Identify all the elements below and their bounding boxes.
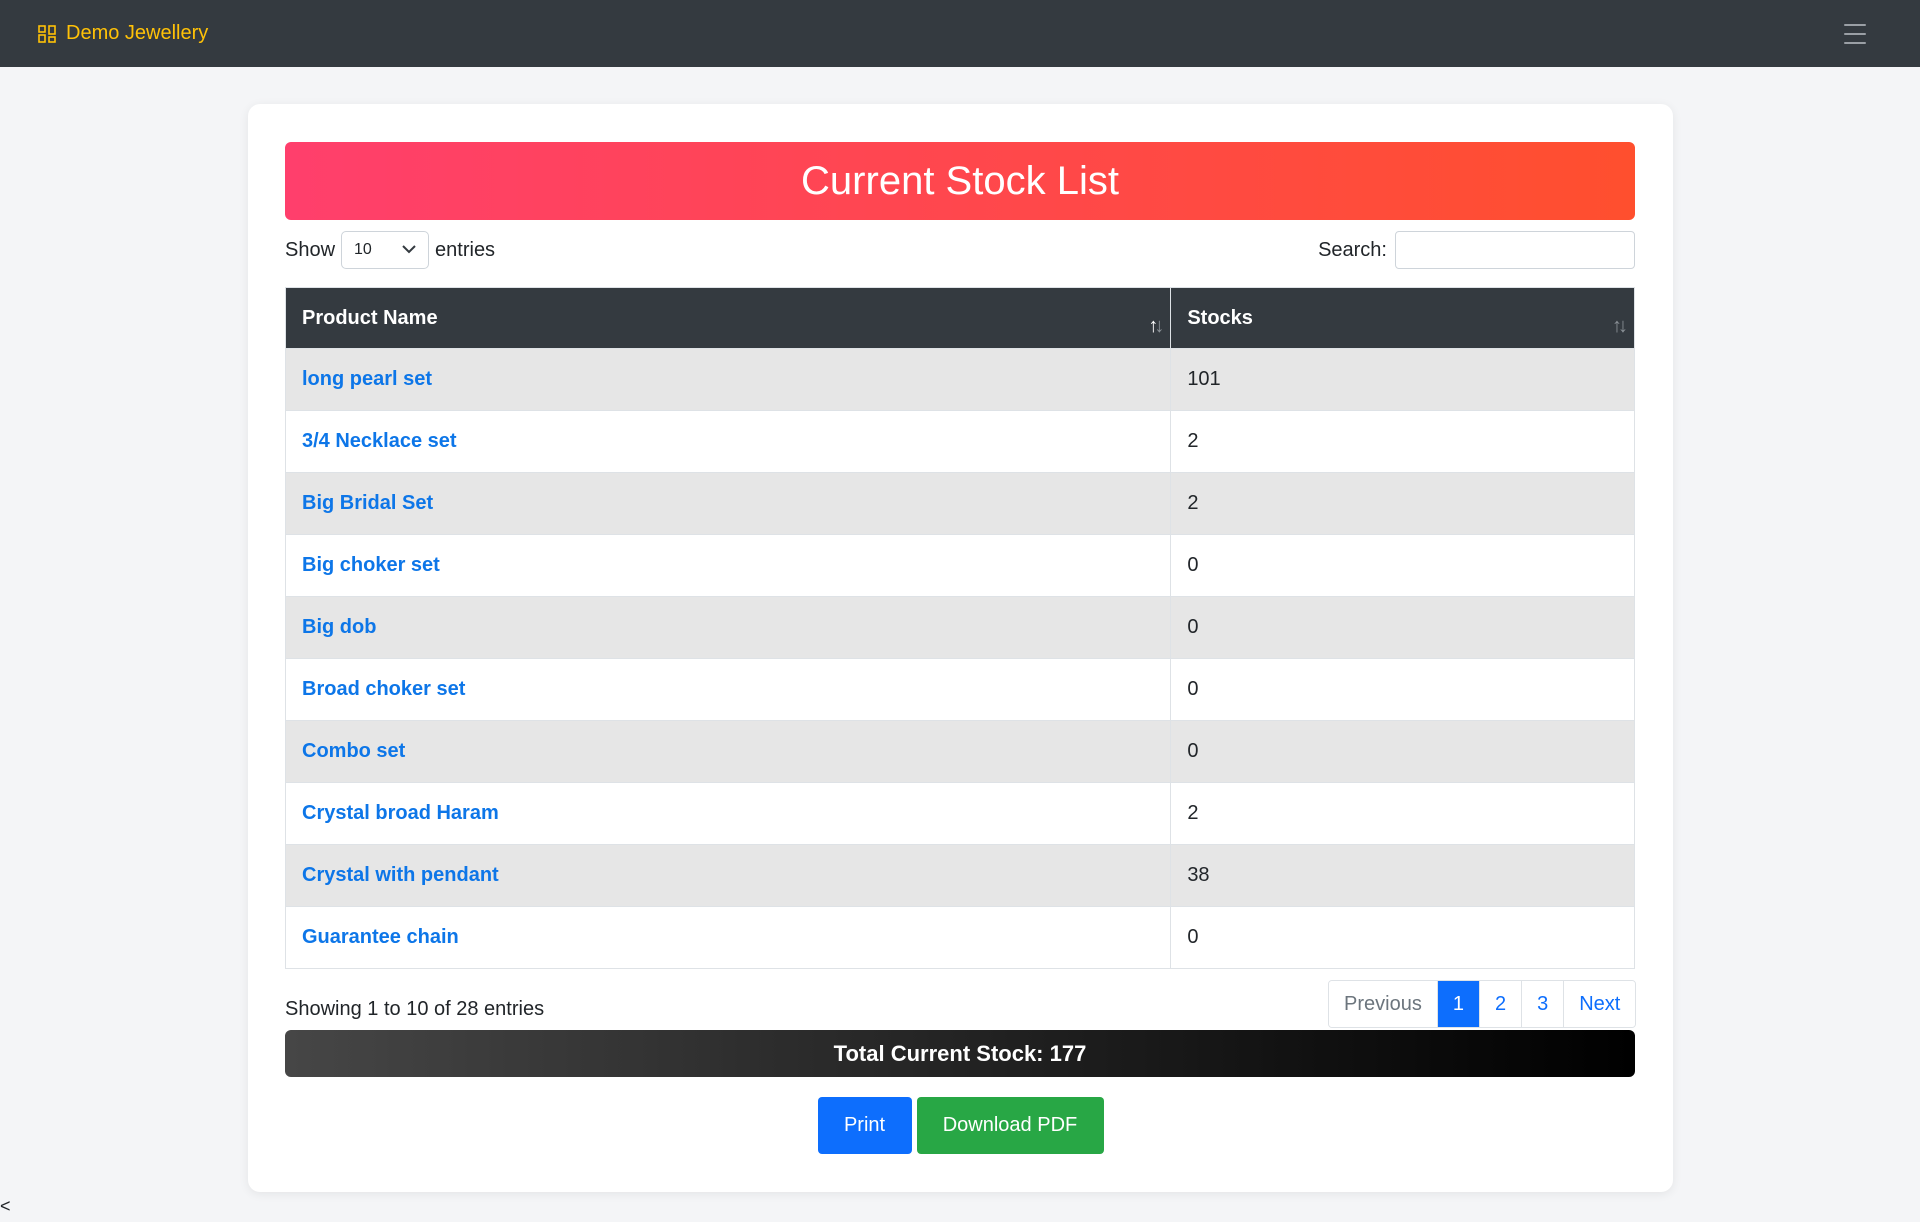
product-link[interactable]: Broad choker set [302, 678, 465, 700]
product-name-cell: long pearl set [284, 348, 1172, 411]
pagination-page-3[interactable]: 3 [1521, 981, 1564, 1027]
stock-cell: 0 [1170, 906, 1635, 969]
product-link[interactable]: Big choker set [302, 554, 440, 576]
product-name-cell: Combo set [284, 720, 1172, 783]
brand-link[interactable]: Demo Jewellery [38, 22, 208, 45]
stock-cell: 2 [1170, 410, 1635, 473]
table-body: long pearl set 101 3/4 Necklace set 2 Big Br… [284, 348, 1635, 969]
corner-text: < [0, 1196, 11, 1216]
sort-icon: ↑↓ [1148, 315, 1164, 337]
sort-icon: ↑↓ [1612, 315, 1628, 337]
stock-cell: 0 [1170, 658, 1635, 721]
pagination-page-1[interactable]: 1 [1436, 981, 1479, 1027]
chevron-down-icon [402, 241, 416, 259]
product-name-cell: Big dob [284, 596, 1172, 659]
stock-cell: 0 [1170, 720, 1635, 783]
product-name-cell: Crystal with pendant [284, 844, 1172, 907]
table-row: Broad choker set 0 [284, 658, 1635, 721]
grid-icon [38, 24, 56, 43]
pagination-page-2[interactable]: 2 [1478, 981, 1522, 1027]
entries-select-value: 10 [354, 241, 372, 258]
product-link[interactable]: 3/4 Necklace set [302, 430, 457, 452]
pagination: Previous 1 2 3 Next [1328, 980, 1637, 1028]
download-pdf-button[interactable]: Download PDF [916, 1097, 1104, 1154]
action-buttons: Print Download PDF [248, 1097, 1673, 1154]
table-row: Crystal with pendant 38 [284, 844, 1635, 907]
search-input[interactable] [1395, 231, 1635, 269]
column-header-product-name[interactable]: Product Name ↑↓ [284, 287, 1172, 349]
show-label: Show [285, 238, 336, 261]
product-link[interactable]: Crystal broad Haram [302, 802, 499, 824]
product-name-cell: Crystal broad Haram [284, 782, 1172, 845]
brand-name: Demo Jewellery [66, 22, 209, 44]
column-header-stocks[interactable]: Stocks ↑↓ [1170, 287, 1635, 349]
entries-select[interactable]: 10 [341, 231, 430, 269]
table-row: long pearl set 101 [284, 348, 1635, 411]
stock-cell: 0 [1170, 534, 1635, 597]
stock-cell: 38 [1170, 844, 1635, 907]
stock-cell: 2 [1170, 782, 1635, 845]
table-row: 3/4 Necklace set 2 [284, 410, 1635, 473]
search-control: Search: [1318, 231, 1635, 269]
hamburger-menu-icon[interactable] [1840, 21, 1870, 47]
product-name-cell: Big Bridal Set [284, 472, 1172, 535]
total-stock-bar: Total Current Stock: 177 [285, 1030, 1635, 1077]
pagination-previous[interactable]: Previous [1329, 981, 1437, 1027]
product-link[interactable]: Big Bridal Set [302, 492, 433, 514]
top-navbar: Demo Jewellery [0, 0, 1920, 67]
product-name-cell: Big choker set [284, 534, 1172, 597]
table-controls: Show 10 entries Search: [285, 230, 1635, 270]
stock-card: Current Stock List Show 10 entries Searc… [248, 104, 1673, 1192]
stock-table: Product Name ↑↓ Stocks ↑↓ long pearl set… [284, 287, 1635, 969]
print-button[interactable]: Print [817, 1097, 912, 1154]
page-title: Current Stock List [285, 142, 1635, 220]
table-row: Big dob 0 [284, 596, 1635, 659]
table-row: Crystal broad Haram 2 [284, 782, 1635, 845]
column-header-label: Product Name [302, 306, 438, 329]
product-link[interactable]: Combo set [302, 740, 405, 762]
table-header-row: Product Name ↑↓ Stocks ↑↓ [284, 287, 1635, 349]
table-row: Big Bridal Set 2 [284, 472, 1635, 535]
product-name-cell: Broad choker set [284, 658, 1172, 721]
entries-length-control: Show 10 entries [285, 231, 495, 269]
stock-cell: 101 [1170, 348, 1635, 411]
entries-label: entries [435, 238, 496, 261]
search-label: Search: [1318, 238, 1387, 261]
table-row: Combo set 0 [284, 720, 1635, 783]
table-info: Showing 1 to 10 of 28 entries [285, 998, 545, 1020]
product-name-cell: Guarantee chain [284, 906, 1172, 969]
product-link[interactable]: Guarantee chain [302, 926, 459, 948]
product-link[interactable]: Big dob [302, 616, 376, 638]
table-row: Big choker set 0 [284, 534, 1635, 597]
product-link[interactable]: Crystal with pendant [302, 864, 499, 886]
column-header-label: Stocks [1187, 306, 1253, 329]
pagination-next[interactable]: Next [1563, 981, 1636, 1027]
table-row: Guarantee chain 0 [284, 906, 1635, 969]
stock-cell: 0 [1170, 596, 1635, 659]
product-name-cell: 3/4 Necklace set [284, 410, 1172, 473]
product-link[interactable]: long pearl set [302, 368, 432, 390]
stock-cell: 2 [1170, 472, 1635, 535]
